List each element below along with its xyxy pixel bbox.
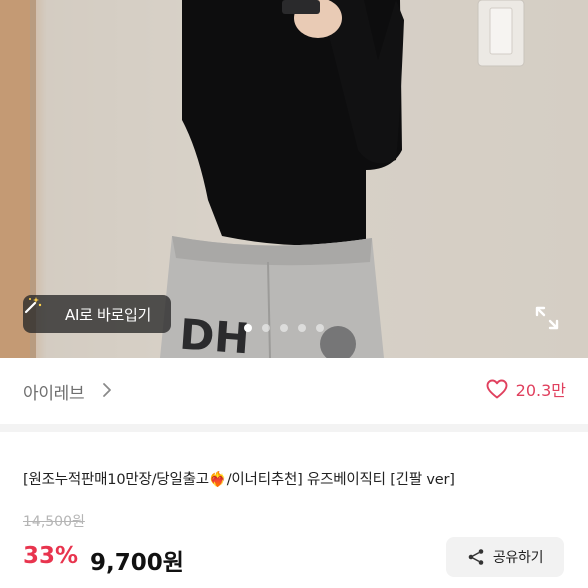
discount-rate: 33% (23, 543, 79, 569)
like-count: 20.3만 (515, 381, 566, 400)
product-image[interactable]: DH AI로 바로입기 (0, 0, 588, 358)
carousel-dot[interactable] (280, 324, 288, 332)
ai-try-on-label: AI로 바로입기 (65, 305, 152, 324)
shop-row: 아이레브 20.3만 (0, 358, 588, 424)
chevron-right-icon[interactable] (100, 380, 114, 400)
carousel-dot[interactable] (244, 324, 252, 332)
sale-price: 9,700원 (90, 550, 184, 576)
carousel-dot[interactable] (262, 324, 270, 332)
like-button[interactable]: 20.3만 (485, 377, 566, 401)
share-label: 공유하기 (492, 550, 544, 566)
original-price: 14,500원 (23, 514, 85, 530)
heart-icon (485, 377, 509, 401)
carousel-dot[interactable] (316, 324, 324, 332)
carousel-indicator (244, 324, 324, 332)
expand-icon[interactable] (533, 304, 561, 332)
product-title: [원조누적판매10만장/당일출고❤️‍🔥/이너티추천] 유즈베이직티 [긴팔 v… (23, 472, 455, 488)
ai-try-on-button[interactable]: AI로 바로입기 (23, 295, 171, 333)
carousel-dot[interactable] (298, 324, 306, 332)
svg-text:DH: DH (178, 310, 251, 358)
share-button[interactable]: 공유하기 (446, 537, 564, 577)
section-divider (0, 424, 588, 432)
share-icon (467, 548, 485, 566)
magic-wand-icon (24, 297, 57, 325)
shop-name-link[interactable]: 아이레브 (23, 379, 85, 404)
